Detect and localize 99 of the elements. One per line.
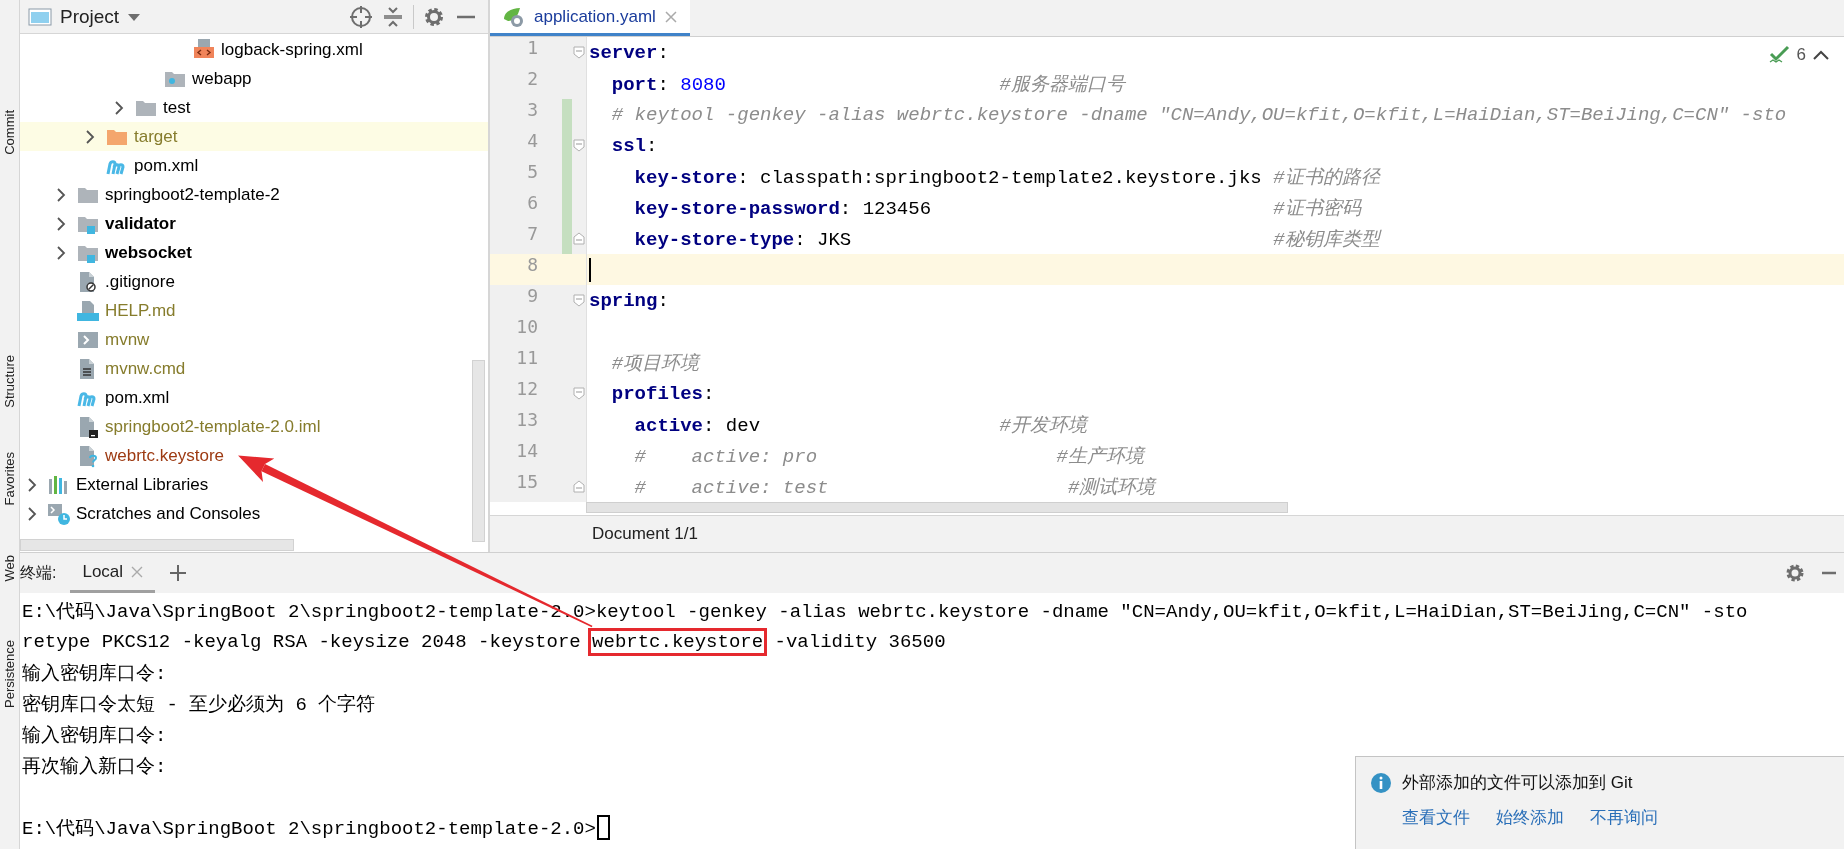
tool-window-tab[interactable]: Favorites [2, 451, 17, 505]
line-number: 9 [526, 285, 538, 308]
fold-marker-icon[interactable] [573, 294, 585, 307]
code-line: profiles: [610, 382, 715, 405]
close-icon[interactable] [131, 565, 144, 578]
chevron-right-icon[interactable] [55, 244, 67, 261]
tree-row-highlight[interactable]: target [20, 122, 488, 151]
line-number: 11 [515, 347, 538, 370]
chevron-up-icon[interactable] [1812, 48, 1830, 62]
tree-item[interactable]: target [134, 126, 178, 147]
markdown-file-icon [76, 298, 100, 323]
tree-item[interactable]: websocket [105, 242, 192, 263]
chevron-right-icon[interactable] [84, 128, 96, 145]
notification-link[interactable]: 始终添加 [1496, 806, 1564, 829]
tree-item[interactable]: External Libraries [76, 474, 209, 495]
fold-marker-icon[interactable] [573, 480, 585, 493]
tree-item[interactable]: mvnw.cmd [105, 358, 186, 379]
close-icon[interactable] [663, 9, 678, 24]
code-line: key-store-type: JKS #秘钥库类型 [633, 227, 1380, 252]
tool-window-tab[interactable]: Structure [2, 354, 17, 408]
change-marker[interactable] [562, 99, 572, 130]
terminal-line: retype PKCS12 -keyalg RSA -keysize 2048 -keystore webrtc.keystore -validity 36500 [22, 630, 946, 653]
tree-item[interactable]: .gitignore [105, 271, 175, 292]
tree-item[interactable]: pom.xml [134, 155, 199, 176]
tree-item[interactable]: logback-spring.xml [221, 39, 363, 60]
line-number: 4 [526, 130, 538, 153]
line-number: 2 [526, 68, 538, 91]
code-line: key-store-password: 123456 #证书密码 [633, 196, 1361, 221]
panel-title[interactable]: Project [60, 5, 120, 28]
tool-window-tab[interactable]: Commit [2, 110, 17, 155]
check-icon[interactable] [1768, 45, 1791, 65]
fold-marker-icon[interactable] [573, 232, 585, 245]
notification-message: 外部添加的文件可以添加到 Git [1402, 772, 1633, 794]
add-icon[interactable] [169, 564, 188, 582]
code-line: # active: pro #生产环境 [633, 444, 1144, 469]
vertical-scrollbar[interactable] [472, 360, 485, 542]
line-number: 5 [526, 161, 538, 184]
breadcrumb[interactable]: Document 1/1 [490, 515, 1844, 552]
chevron-right-icon[interactable] [55, 186, 67, 203]
line-number: 13 [515, 409, 538, 432]
dropdown-caret-icon[interactable] [127, 11, 142, 22]
project-icon [28, 6, 52, 27]
code-line: port: 8080 #服务器端口号 [610, 72, 1125, 97]
tree-item[interactable]: validator [105, 213, 176, 234]
line-number: 1 [526, 37, 538, 60]
tree-item[interactable]: Scratches and Consoles [76, 503, 261, 524]
text-cursor [589, 257, 591, 282]
tree-item[interactable]: springboot2-template-2 [105, 184, 280, 205]
horizontal-scrollbar[interactable] [20, 539, 294, 551]
tool-window-tab[interactable]: Web [2, 555, 17, 582]
info-icon [1370, 771, 1392, 794]
terminal-line: 输入密钥库口令: [22, 723, 167, 748]
notification-link[interactable]: 不再询问 [1590, 806, 1658, 829]
line-number: 12 [515, 378, 538, 401]
inspection-count[interactable]: 6 [1796, 45, 1806, 65]
tool-window-tab[interactable]: Persistence [2, 639, 17, 708]
terminal-line: E:\代码\Java\SpringBoot 2\springboot2-template-2.0> [22, 816, 596, 841]
line-number: 15 [515, 471, 538, 494]
tree-item[interactable]: test [163, 97, 191, 118]
code-line: ssl: [610, 134, 658, 157]
line-number: 3 [526, 99, 538, 122]
chevron-right-icon[interactable] [55, 215, 67, 232]
code-line: #项目环境 [610, 351, 700, 376]
tree-item[interactable]: HELP.md [105, 300, 176, 321]
terminal-line: 再次输入新口令: [22, 754, 167, 779]
tree-item[interactable]: springboot2-template-2.0.iml [105, 416, 321, 437]
notification-link[interactable]: 查看文件 [1402, 806, 1470, 829]
line-number: 10 [515, 316, 538, 339]
settings-icon[interactable] [1784, 562, 1806, 584]
line-number: 6 [526, 192, 538, 215]
terminal-line: 密钥库口令太短 - 至少必须为 6 个字符 [22, 692, 376, 717]
tree-item[interactable]: mvnw [105, 329, 150, 350]
line-number: 7 [526, 223, 538, 246]
change-marker[interactable] [562, 223, 572, 254]
code-line: spring: [588, 289, 669, 312]
collapse-all-icon[interactable] [381, 4, 405, 29]
code-line: server: [588, 41, 669, 64]
code-line: key-store: classpath:springboot2-template2.keystore.jks #证书的路径 [633, 165, 1380, 190]
tree-item[interactable]: webrtc.keystore [105, 445, 225, 466]
terminal-line: 输入密钥库口令: [22, 661, 167, 686]
locate-icon[interactable] [349, 4, 373, 29]
fold-marker-icon[interactable] [573, 387, 585, 400]
chevron-right-icon[interactable] [26, 476, 38, 493]
horizontal-scrollbar[interactable] [586, 502, 1288, 513]
editor-tab[interactable]: application.yaml [490, 0, 690, 36]
scratches-icon [47, 501, 71, 526]
fold-marker-icon[interactable] [573, 139, 585, 152]
chevron-right-icon[interactable] [113, 99, 125, 116]
tree-item[interactable]: webapp [192, 68, 252, 89]
terminal-tab[interactable]: Local [70, 553, 156, 593]
tree-item[interactable]: pom.xml [105, 387, 170, 408]
code-line: active: dev #开发环境 [633, 413, 1087, 438]
line-number: 8 [526, 254, 538, 277]
code-line: # active: test #测试环境 [633, 475, 1156, 500]
line-number: 14 [515, 440, 538, 463]
code-line: # keytool -genkey -alias webrtc.keystore -dname "CN=Andy,OU=kfit,O=kfit,L=HaiDian,ST=BeiJing,C=CN" -sto [610, 103, 1787, 126]
chevron-right-icon[interactable] [26, 505, 38, 522]
panel-title: 终端: [20, 562, 57, 583]
fold-marker-icon[interactable] [573, 46, 585, 59]
